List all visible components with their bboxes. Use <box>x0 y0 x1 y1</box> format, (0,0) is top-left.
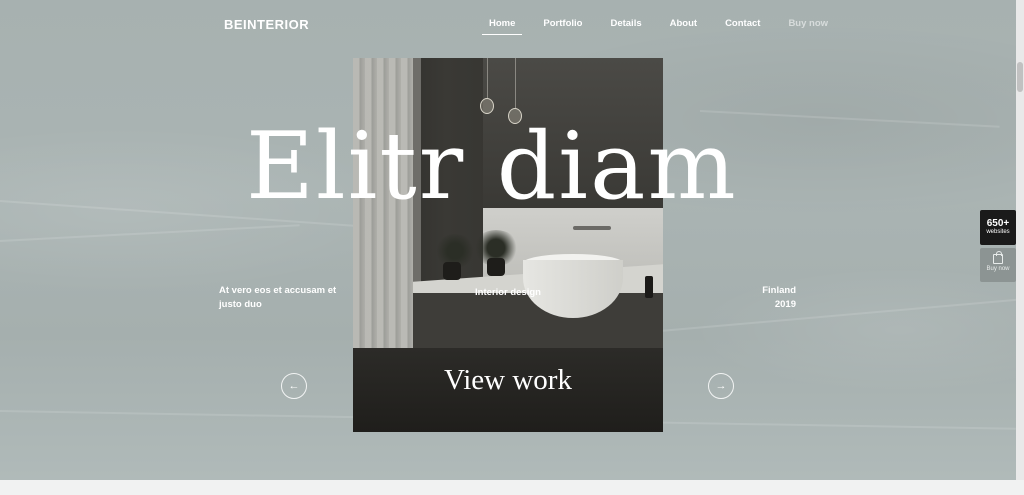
next-section-edge <box>0 480 1024 495</box>
photo-tap <box>573 226 611 230</box>
badge-subtitle: websites <box>986 229 1010 235</box>
hero-caption-year: 2019 <box>774 299 796 310</box>
nav-item-contact[interactable]: Contact <box>718 18 767 35</box>
badge-number: 650+ <box>986 218 1010 229</box>
view-work-link[interactable]: View work <box>353 364 663 397</box>
side-buy-label: Buy now <box>986 266 1010 272</box>
nav-item-details[interactable]: Details <box>603 18 648 35</box>
shopping-bag-icon <box>993 251 1003 264</box>
hero-title: Elitr diam <box>246 112 738 220</box>
arrow-right-icon: → <box>715 380 727 392</box>
photo-wire <box>515 58 516 108</box>
websites-count-badge[interactable]: 650+ websites <box>980 210 1016 245</box>
fabric-fold <box>0 224 300 242</box>
hero-caption-category: Interior design <box>475 287 541 298</box>
nav-item-buy-now[interactable]: Buy now <box>781 18 835 35</box>
photo-pot <box>487 258 505 276</box>
photo-wire <box>487 58 488 98</box>
brand-logo[interactable]: BEINTERIOR <box>224 17 309 32</box>
side-buy-now-button[interactable]: Buy now <box>980 248 1016 282</box>
slider-next-button[interactable]: → <box>708 373 734 399</box>
hero-caption-country: Finland <box>762 285 796 296</box>
scrollbar-thumb[interactable] <box>1017 62 1023 92</box>
nav-item-portfolio[interactable]: Portfolio <box>536 18 589 35</box>
hero-caption-left: At vero eos et accusam et justo duo <box>219 285 337 310</box>
arrow-left-icon: ← <box>288 380 300 392</box>
nav-item-home[interactable]: Home <box>482 18 523 35</box>
fabric-fold <box>659 298 1016 332</box>
main-nav: Home Portfolio Details About Contact Buy… <box>482 18 849 35</box>
nav-item-about[interactable]: About <box>663 18 704 35</box>
hero-caption-location: Finland 2019 <box>740 284 796 312</box>
photo-bottle <box>645 276 653 298</box>
slider-prev-button[interactable]: ← <box>281 373 307 399</box>
photo-pot <box>443 262 461 280</box>
